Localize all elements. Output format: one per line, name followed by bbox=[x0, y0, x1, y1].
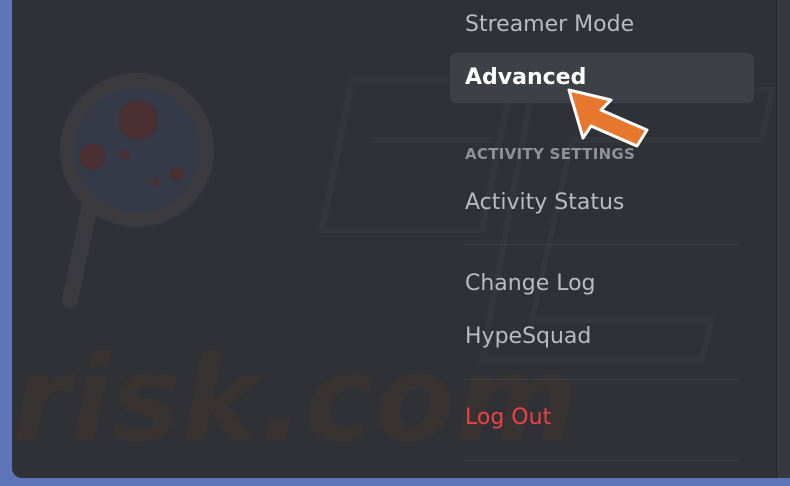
magnifier-logo-icon bbox=[60, 73, 214, 308]
settings-window: risk.com Streamer Mode Advanced ACTIVITY… bbox=[12, 0, 790, 478]
sidebar-item-change-log[interactable]: Change Log bbox=[450, 259, 754, 309]
logout-button[interactable]: Log Out bbox=[450, 393, 754, 443]
divider bbox=[464, 460, 739, 461]
sidebar-item-activity-status[interactable]: Activity Status bbox=[450, 178, 754, 228]
sidebar-item-streamer-mode[interactable]: Streamer Mode bbox=[450, 0, 754, 50]
divider bbox=[464, 244, 739, 245]
sidebar-item-hypesquad[interactable]: HypeSquad bbox=[450, 312, 754, 362]
pointer-arrow-icon bbox=[567, 88, 649, 148]
scrollbar-track[interactable] bbox=[776, 0, 790, 478]
divider bbox=[464, 379, 739, 380]
